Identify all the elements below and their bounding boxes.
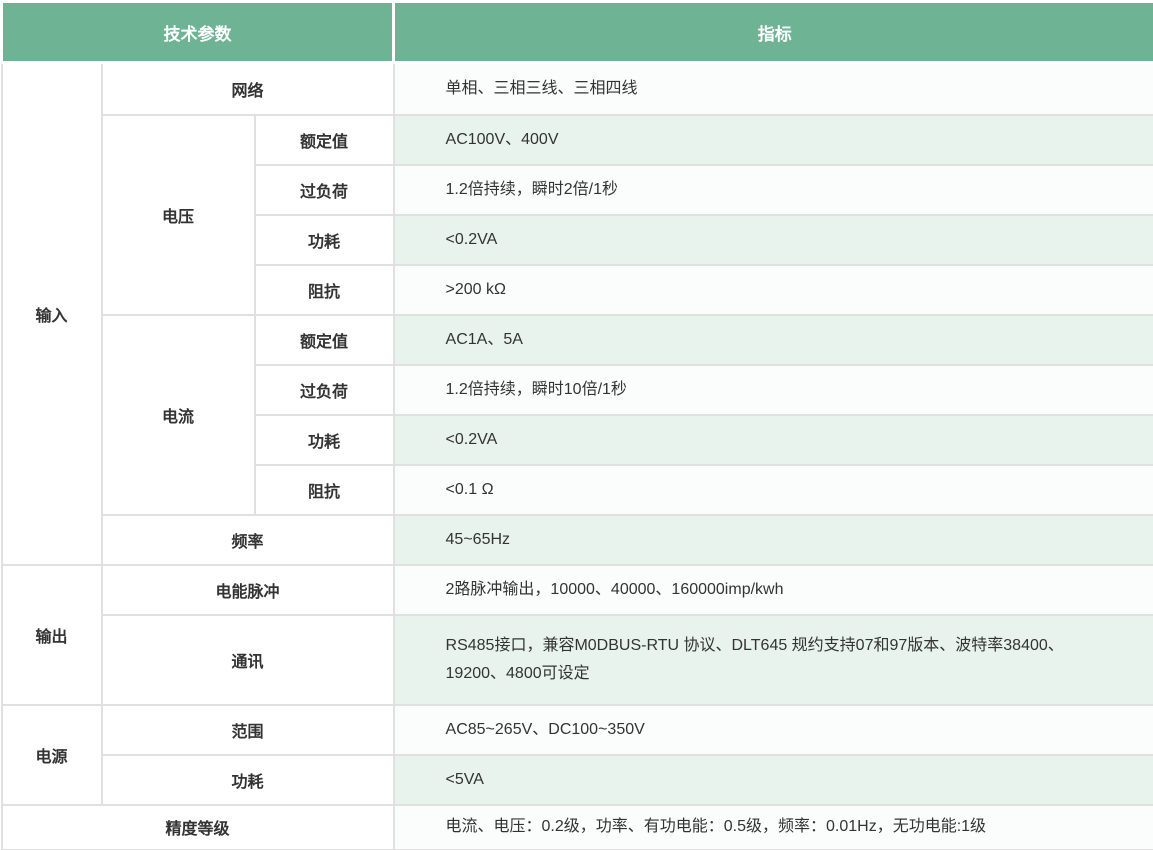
table-row: 输入 网络 单相、三相三线、三相四线 xyxy=(2,63,1153,115)
header-cell-params: 技术参数 xyxy=(2,2,394,63)
param-cell: 电能脉冲 xyxy=(102,565,394,615)
value-cell: RS485接口，兼容M0DBUS-RTU 协议、DLT645 规约支持07和97… xyxy=(394,615,1153,705)
param-cell: 范围 xyxy=(102,705,394,755)
value-cell: 1.2倍持续，瞬时10倍/1秒 xyxy=(394,365,1153,415)
value-cell: <0.2VA xyxy=(394,215,1153,265)
group-cell-power: 电源 xyxy=(2,705,102,805)
table-row: 频率 45~65Hz xyxy=(2,515,1153,565)
value-cell: AC100V、400V xyxy=(394,115,1153,165)
value-cell: >200 kΩ xyxy=(394,265,1153,315)
value-cell: <5VA xyxy=(394,755,1153,805)
param-cell: 通讯 xyxy=(102,615,394,705)
param-cell: 频率 xyxy=(102,515,394,565)
table-row: 电源 范围 AC85~265V、DC100~350V xyxy=(2,705,1153,755)
param-cell: 阻抗 xyxy=(255,265,394,315)
group-cell-output: 输出 xyxy=(2,565,102,705)
param-cell: 过负荷 xyxy=(255,365,394,415)
spec-table: 技术参数 指标 输入 网络 单相、三相三线、三相四线 电压 额定值 AC100V… xyxy=(0,0,1153,850)
value-cell: <0.1 Ω xyxy=(394,465,1153,515)
param-cell: 过负荷 xyxy=(255,165,394,215)
param-cell: 精度等级 xyxy=(2,805,394,850)
subgroup-cell-current: 电流 xyxy=(102,315,255,515)
table-row: 通讯 RS485接口，兼容M0DBUS-RTU 协议、DLT645 规约支持07… xyxy=(2,615,1153,705)
group-cell-input: 输入 xyxy=(2,63,102,565)
table-row: 电流 额定值 AC1A、5A xyxy=(2,315,1153,365)
value-cell: 电流、电压：0.2级，功率、有功电能：0.5级，频率：0.01Hz，无功电能:1… xyxy=(394,805,1153,850)
table-row: 精度等级 电流、电压：0.2级，功率、有功电能：0.5级，频率：0.01Hz，无… xyxy=(2,805,1153,850)
param-cell: 额定值 xyxy=(255,315,394,365)
value-cell: AC1A、5A xyxy=(394,315,1153,365)
value-cell: 1.2倍持续，瞬时2倍/1秒 xyxy=(394,165,1153,215)
value-cell: 单相、三相三线、三相四线 xyxy=(394,63,1153,115)
value-cell: <0.2VA xyxy=(394,415,1153,465)
table-header-row: 技术参数 指标 xyxy=(2,2,1153,63)
param-cell: 功耗 xyxy=(102,755,394,805)
param-cell: 功耗 xyxy=(255,415,394,465)
table-row: 功耗 <5VA xyxy=(2,755,1153,805)
table-row: 电压 额定值 AC100V、400V xyxy=(2,115,1153,165)
table-row: 输出 电能脉冲 2路脉冲输出，10000、40000、160000imp/kwh xyxy=(2,565,1153,615)
value-cell: 45~65Hz xyxy=(394,515,1153,565)
value-cell: AC85~265V、DC100~350V xyxy=(394,705,1153,755)
subgroup-cell-voltage: 电压 xyxy=(102,115,255,315)
param-cell: 功耗 xyxy=(255,215,394,265)
param-cell: 网络 xyxy=(102,63,394,115)
param-cell: 额定值 xyxy=(255,115,394,165)
header-cell-spec: 指标 xyxy=(394,2,1153,63)
value-cell: 2路脉冲输出，10000、40000、160000imp/kwh xyxy=(394,565,1153,615)
param-cell: 阻抗 xyxy=(255,465,394,515)
